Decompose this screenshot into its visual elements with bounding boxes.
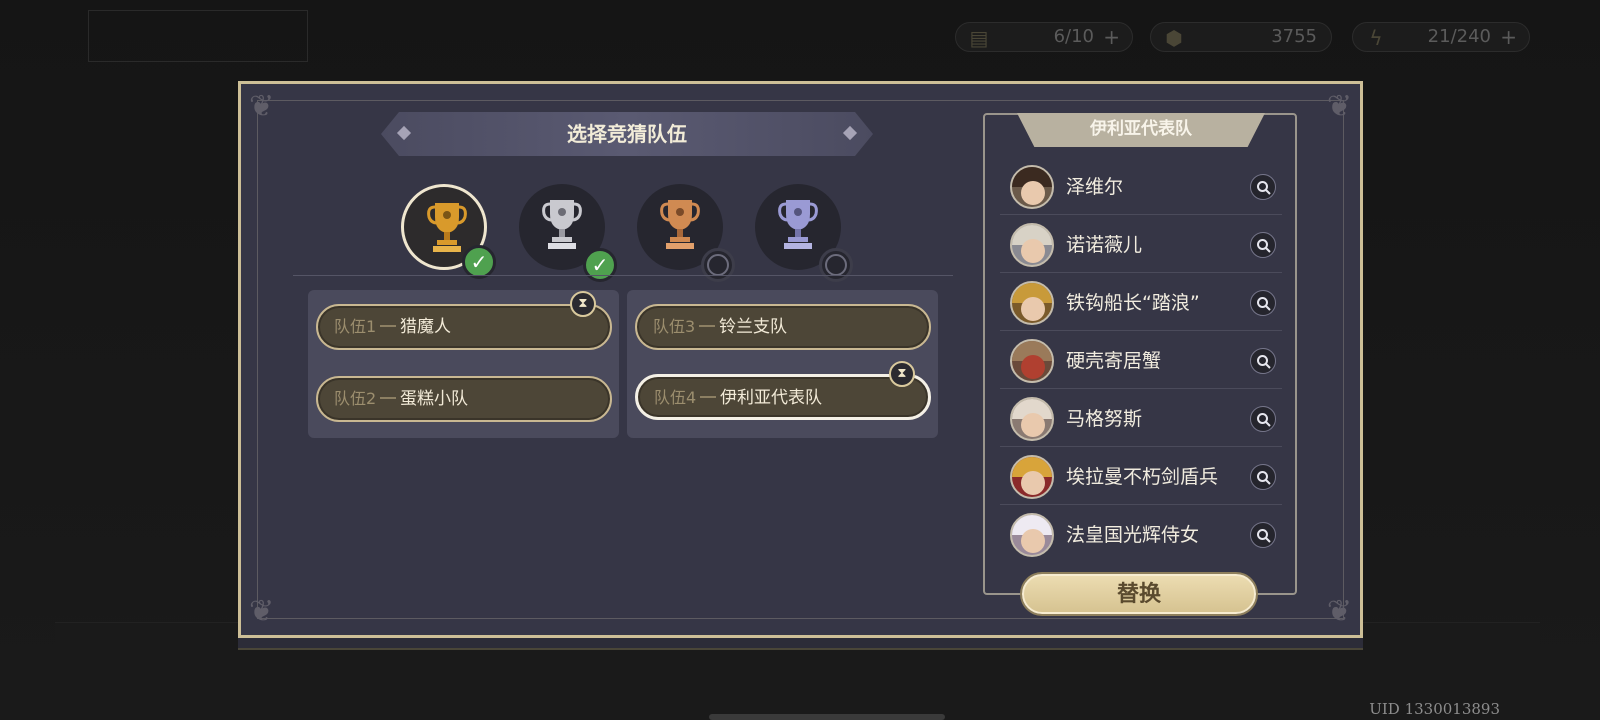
team-row-3[interactable]: 队伍3 铃兰支队 (635, 304, 931, 350)
trophy-tab-lavender[interactable] (755, 184, 853, 282)
roster-member: 埃拉曼不朽剑盾兵 (1000, 449, 1282, 505)
energy-count: 21/240 (1427, 26, 1491, 47)
magnifier-icon[interactable] (1250, 522, 1276, 548)
home-indicator (709, 714, 945, 720)
roster-member: 泽维尔 (1000, 159, 1282, 215)
magnifier-icon[interactable] (1250, 348, 1276, 374)
energy-icon: ϟ (1369, 26, 1383, 50)
add-energy-icon[interactable]: + (1500, 23, 1517, 51)
trophy-tab-bronze[interactable] (637, 184, 735, 282)
unchecked-icon (819, 248, 853, 282)
member-avatar[interactable] (1010, 339, 1054, 383)
member-name: 马格努斯 (1066, 408, 1143, 430)
roster-member: 诺诺薇儿 (1000, 217, 1282, 273)
team-group-right: 队伍3 铃兰支队 队伍4 伊利亚代表队 ⧗ (627, 290, 938, 438)
diamond-ornament-icon (397, 126, 411, 140)
divider-ornament (380, 325, 396, 327)
team-number: 队伍4 (654, 388, 697, 407)
roster-member: 铁钩船长“踏浪” (1000, 275, 1282, 331)
member-name: 铁钩船长“踏浪” (1066, 292, 1200, 314)
gold-trophy-icon (427, 203, 467, 252)
lavender-trophy-icon (778, 200, 818, 249)
ticket-icon: ▤ (969, 26, 989, 50)
uid-label: UID 1330013893 (1369, 700, 1500, 718)
trophy-tab-silver[interactable]: ✓ (519, 184, 617, 282)
checked-icon: ✓ (462, 245, 496, 279)
hourglass-icon: ⧗ (889, 361, 915, 387)
magnifier-icon[interactable] (1250, 406, 1276, 432)
team-number: 队伍2 (334, 389, 377, 408)
magnifier-icon[interactable] (1250, 290, 1276, 316)
add-ticket-icon[interactable]: + (1103, 23, 1120, 51)
section-divider (293, 275, 953, 276)
ticket-count: 6/10 (1053, 26, 1094, 47)
roster-title: 伊利亚代表队 (1017, 113, 1265, 147)
coin-icon: ⬢ (1165, 26, 1183, 50)
diamond-ornament-icon (843, 126, 857, 140)
corner-ornament-icon: ❦ (1326, 594, 1352, 629)
hourglass-icon: ⧗ (570, 291, 596, 317)
modal-title-banner: 选择竞猜队伍 (381, 112, 873, 156)
background-title (88, 10, 308, 62)
corner-ornament-icon: ❦ (1326, 89, 1352, 124)
coin-count: 3755 (1271, 26, 1317, 47)
magnifier-icon[interactable] (1250, 174, 1276, 200)
roster-member: 法皇国光辉侍女 (1000, 507, 1282, 563)
member-avatar[interactable] (1010, 281, 1054, 325)
member-avatar[interactable] (1010, 513, 1054, 557)
member-avatar[interactable] (1010, 223, 1054, 267)
team-row-2[interactable]: 队伍2 蛋糕小队 (316, 376, 612, 422)
member-name: 泽维尔 (1066, 176, 1124, 198)
magnifier-icon[interactable] (1250, 464, 1276, 490)
team-name: 蛋糕小队 (400, 389, 468, 409)
corner-ornament-icon: ❦ (249, 594, 275, 629)
energy-resource[interactable]: ϟ 21/240 + (1352, 22, 1530, 52)
member-avatar[interactable] (1010, 165, 1054, 209)
member-name: 法皇国光辉侍女 (1066, 524, 1200, 546)
ticket-resource[interactable]: ▤ 6/10 + (955, 22, 1133, 52)
member-name: 硬壳寄居蟹 (1066, 350, 1162, 372)
member-name: 埃拉曼不朽剑盾兵 (1066, 466, 1219, 488)
checked-icon: ✓ (583, 248, 617, 282)
member-name: 诺诺薇儿 (1066, 234, 1143, 256)
team-row-4[interactable]: 队伍4 伊利亚代表队 (635, 374, 931, 420)
modal-title: 选择竞猜队伍 (567, 122, 687, 146)
unchecked-icon (701, 248, 735, 282)
bronze-trophy-icon (660, 200, 700, 249)
divider-ornament (380, 397, 396, 399)
member-avatar[interactable] (1010, 455, 1054, 499)
team-group-left: 队伍1 猎魔人 队伍2 蛋糕小队 ⧗ (308, 290, 619, 438)
coin-resource: ⬢ 3755 (1150, 22, 1332, 52)
roster-member: 硬壳寄居蟹 (1000, 333, 1282, 389)
corner-ornament-icon: ❦ (249, 89, 275, 124)
team-row-1[interactable]: 队伍1 猎魔人 (316, 304, 612, 350)
team-roster-panel: 伊利亚代表队 泽维尔 诺诺薇儿 铁钩船长“踏浪” 硬壳寄居蟹 马格努斯 埃拉曼不… (983, 113, 1297, 595)
team-name: 猎魔人 (400, 317, 451, 337)
silver-trophy-icon (542, 200, 582, 249)
trophy-tab-gold[interactable]: ✓ (401, 184, 496, 279)
magnifier-icon[interactable] (1250, 232, 1276, 258)
team-number: 队伍3 (653, 317, 696, 336)
team-number: 队伍1 (334, 317, 377, 336)
divider-ornament (700, 396, 716, 398)
team-name: 铃兰支队 (719, 317, 787, 337)
replace-button[interactable]: 替换 (1022, 574, 1256, 614)
roster-member: 马格努斯 (1000, 391, 1282, 447)
team-name: 伊利亚代表队 (720, 388, 822, 408)
team-select-modal: ❦ ❦ ❦ ❦ 选择竞猜队伍 ✓ ✓ 队伍1 猎魔人 队伍2 蛋糕小队 ⧗ 队伍… (238, 81, 1363, 638)
divider-ornament (699, 325, 715, 327)
member-avatar[interactable] (1010, 397, 1054, 441)
